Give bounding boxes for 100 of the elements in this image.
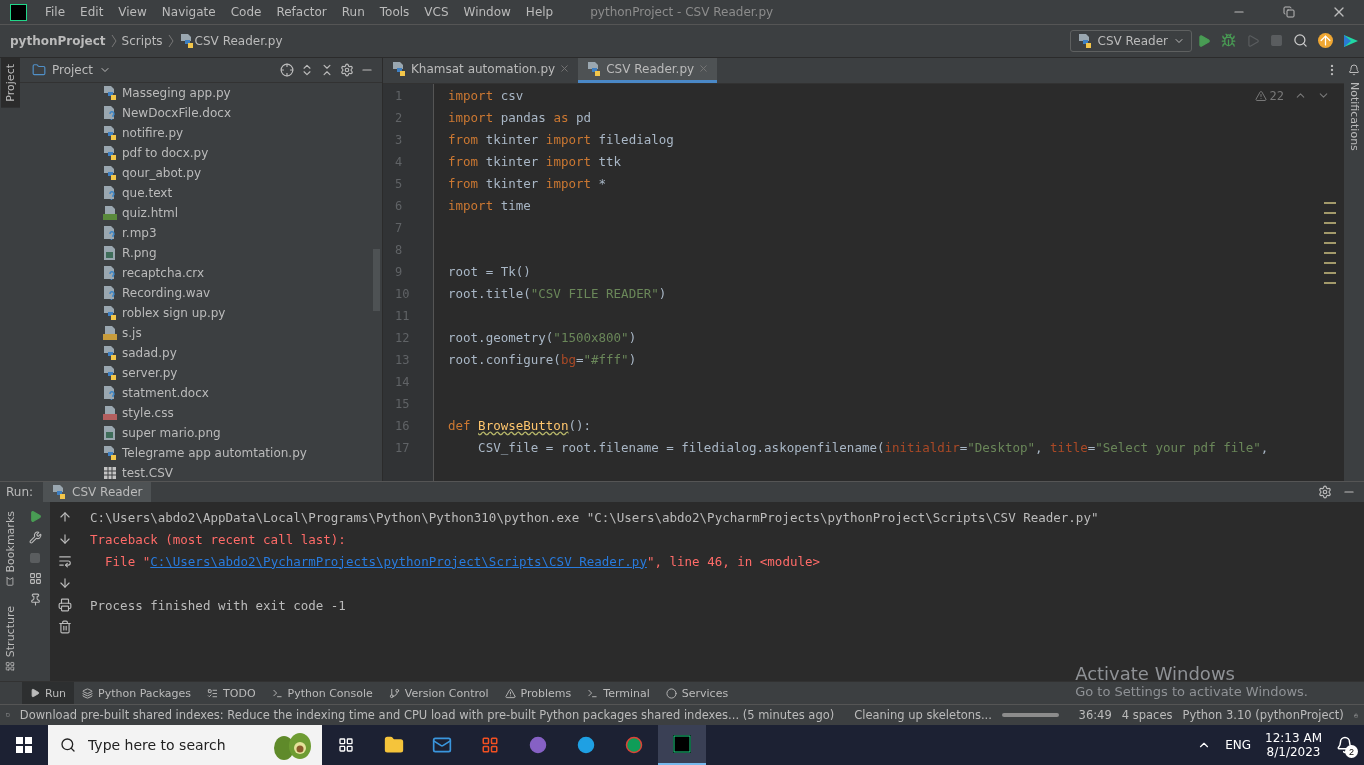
print-icon[interactable] (58, 597, 72, 612)
menu-item[interactable]: Window (455, 5, 518, 19)
menu-item[interactable]: File (37, 5, 73, 19)
collapse-all-icon[interactable] (320, 62, 334, 77)
menu-item[interactable]: Navigate (153, 5, 223, 19)
search-bar[interactable]: Type here to search (48, 725, 322, 765)
file-name[interactable]: super mario.png (122, 425, 221, 440)
clock-date[interactable]: 8/1/2023 (1266, 745, 1321, 759)
run-icon[interactable] (1197, 33, 1211, 48)
file-name[interactable]: sadad.py (122, 345, 177, 360)
file-name[interactable]: R.png (122, 245, 157, 260)
warning-marker[interactable] (1324, 281, 1336, 284)
app-icon[interactable] (529, 736, 547, 754)
file-name[interactable]: statment.docx (122, 385, 209, 400)
file-name[interactable]: Telegrame app automtation.py (122, 445, 307, 460)
warning-marker[interactable] (1324, 211, 1336, 214)
bell-icon[interactable] (1348, 63, 1360, 76)
run-config-dropdown[interactable]: CSV Reader (1069, 29, 1192, 52)
search-icon[interactable] (1293, 33, 1308, 49)
editor-tab[interactable]: Khamsat automation.py (383, 57, 579, 83)
breadcrumb-item[interactable]: Scripts (121, 33, 163, 48)
warning-marker[interactable] (1324, 251, 1336, 254)
side-tab[interactable]: Structure (0, 600, 20, 678)
file-name[interactable]: s.js (122, 325, 142, 340)
warning-marker[interactable] (1324, 241, 1336, 244)
clock-time[interactable]: 12:13 AM (1265, 731, 1322, 745)
warning-marker[interactable] (1324, 201, 1336, 204)
file-name[interactable]: test.CSV (122, 465, 174, 480)
menu-item[interactable]: VCS (416, 5, 456, 19)
menu-item[interactable]: View (110, 5, 154, 19)
file-name[interactable]: NewDocxFile.docx (122, 105, 231, 120)
notification-icon[interactable] (1336, 736, 1354, 754)
file-name[interactable]: Recording.wav (122, 285, 211, 300)
tool-window-tab[interactable]: Run (22, 682, 75, 705)
warning-marker[interactable] (1324, 231, 1336, 234)
tool-window-tab[interactable]: TODO (199, 682, 264, 705)
tool-window-tab[interactable]: Services (657, 682, 737, 705)
menu-item[interactable]: Tools (371, 5, 417, 19)
up-arrow-icon[interactable] (58, 509, 72, 524)
browser-icon[interactable] (577, 736, 595, 754)
search-field[interactable]: Type here to search (86, 736, 260, 754)
scroll-to-end-icon[interactable] (58, 575, 72, 590)
file-name[interactable]: notifire.py (122, 125, 184, 140)
file-name[interactable]: style.css (122, 405, 174, 420)
language-indicator[interactable]: ENG (1225, 738, 1252, 752)
indent-setting[interactable]: 4 spaces (1121, 708, 1173, 723)
project-view-dropdown[interactable]: Project (32, 62, 112, 77)
pin-icon[interactable] (28, 592, 42, 606)
menu-item[interactable]: Refactor (268, 5, 334, 19)
file-name[interactable]: Masseging app.py (122, 85, 231, 100)
file-name[interactable]: que.text (122, 185, 173, 200)
breadcrumb-item[interactable]: CSV Reader.py (194, 33, 283, 48)
warning-marker[interactable] (1324, 221, 1336, 224)
file-link[interactable]: C:\Users\abdo2\PycharmProjects\pythonProject\Scripts\CSV Reader.py (150, 553, 647, 569)
settings-icon[interactable] (340, 62, 354, 77)
folder-icon[interactable] (384, 735, 404, 755)
browser-icon[interactable] (625, 736, 643, 754)
plugin-logo-icon[interactable] (1343, 32, 1359, 49)
windows-logo-icon[interactable] (16, 737, 32, 753)
menu-item[interactable]: Help (517, 5, 561, 19)
tool-window-tab[interactable]: Version Control (380, 682, 497, 705)
configuration-tab[interactable]: CSV Reader (43, 481, 151, 502)
warning-marker[interactable] (1324, 271, 1336, 274)
status-message[interactable]: Download pre-built shared indexes: Reduce the indexing time and CPU load with pre-built Python packages shared indexes... (5 minutes ago) (19, 708, 835, 723)
interpreter[interactable]: Python 3.10 (pythonProject) (1182, 708, 1344, 723)
locate-icon[interactable] (280, 62, 294, 77)
store-icon[interactable] (481, 736, 499, 754)
rerun-icon[interactable] (28, 509, 42, 523)
update-icon[interactable] (1318, 33, 1333, 49)
file-name[interactable]: recaptcha.crx (122, 265, 204, 280)
notifications-side-tab[interactable]: Notifications (1344, 75, 1364, 157)
trash-icon[interactable] (58, 619, 72, 634)
mail-icon[interactable] (432, 735, 452, 755)
down-arrow-icon[interactable] (58, 531, 72, 546)
soft-wrap-icon[interactable] (58, 553, 72, 568)
editor-tab[interactable]: CSV Reader.py (578, 57, 718, 83)
warning-count[interactable]: 22 (1269, 88, 1284, 103)
tool-window-tab[interactable]: Python Packages (74, 682, 200, 705)
file-name[interactable]: quiz.html (122, 205, 178, 220)
menu-item[interactable]: Edit (72, 5, 111, 19)
ide-taskbar-button[interactable] (658, 725, 706, 765)
task-view-icon[interactable] (338, 737, 354, 753)
tool-window-tab[interactable]: Terminal (579, 682, 658, 705)
caret-position[interactable]: 36:49 (1078, 708, 1112, 723)
tool-window-tab[interactable]: Problems (496, 682, 580, 705)
tool-window-tab[interactable]: Python Console (263, 682, 381, 705)
breadcrumb-item[interactable]: pythonProject (10, 33, 106, 48)
layout-icon[interactable] (28, 571, 42, 585)
menu-item[interactable]: Run (333, 5, 372, 19)
project-side-tab[interactable]: Project (0, 57, 20, 108)
file-name[interactable]: pdf to docx.py (122, 145, 209, 160)
bug-icon[interactable] (1221, 33, 1236, 49)
wrench-icon[interactable] (28, 530, 42, 544)
menu-item[interactable]: Code (222, 5, 269, 19)
file-name[interactable]: roblex sign up.py (122, 305, 226, 320)
file-name[interactable]: server.py (122, 365, 178, 380)
warning-marker[interactable] (1324, 261, 1336, 264)
side-tab[interactable]: Bookmarks (0, 505, 20, 593)
file-name[interactable]: qour_abot.py (122, 165, 202, 180)
settings-icon[interactable] (1318, 484, 1332, 499)
